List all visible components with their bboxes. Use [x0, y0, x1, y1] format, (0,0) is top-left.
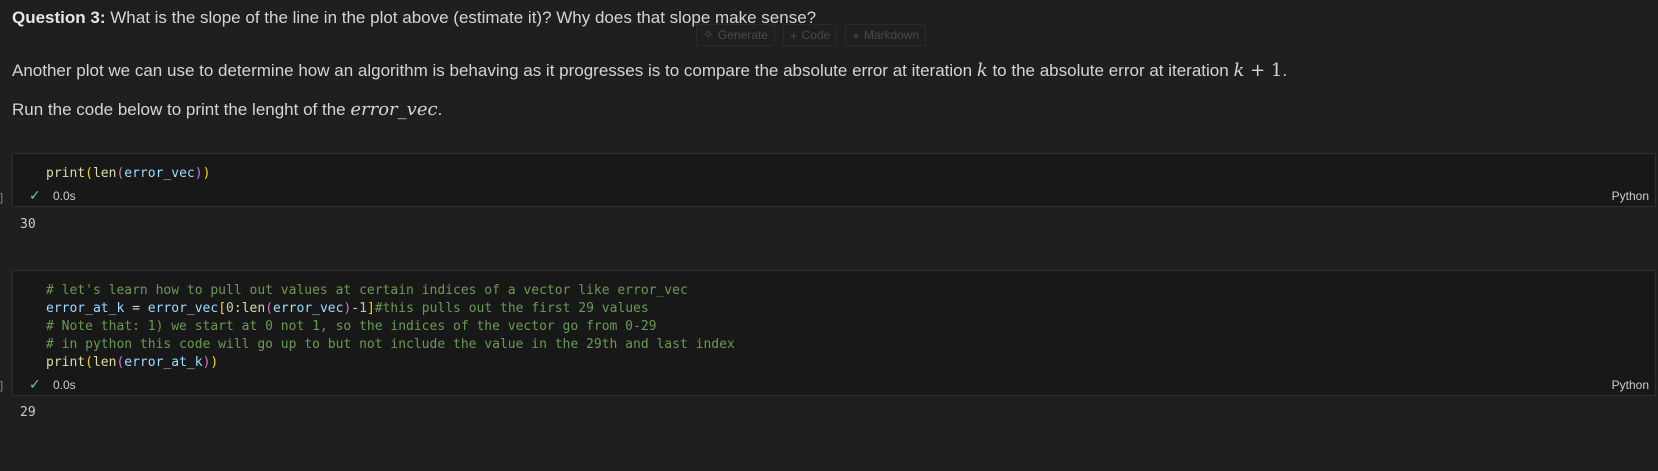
plus-icon: +: [789, 27, 798, 43]
check-icon: ✓: [29, 187, 41, 203]
execution-time: 0.0s: [53, 378, 76, 392]
add-markdown-button[interactable]: + Markdown: [845, 24, 927, 46]
language-label[interactable]: Python: [1612, 189, 1649, 203]
generate-button[interactable]: ✧ Generate: [696, 24, 775, 46]
add-code-button[interactable]: + Code: [782, 24, 838, 46]
math-error-vec: error_vec: [350, 99, 438, 120]
language-label[interactable]: Python: [1612, 378, 1649, 392]
code-cell-1[interactable]: print(len(error_vec)) ✓ 0.0s Python: [12, 153, 1656, 207]
plus-icon: +: [852, 27, 860, 43]
code-editor[interactable]: # let's learn how to pull out values at …: [13, 282, 735, 372]
markdown-paragraph-run: Run the code below to print the lenght o…: [12, 99, 443, 120]
execution-bracket: ]: [0, 192, 4, 204]
math-k-plus-1: k + 1: [1233, 60, 1283, 81]
math-k: k: [976, 60, 988, 81]
code-cell-2[interactable]: # let's learn how to pull out values at …: [12, 270, 1656, 396]
code-editor[interactable]: print(len(error_vec)): [13, 164, 210, 183]
cell-output-1: 30: [20, 217, 36, 232]
question-label: Question 3:: [12, 8, 106, 27]
cell-status-row: ✓ 0.0s Python: [13, 187, 1655, 207]
insert-cell-toolbar: ✧ Generate + Code + Markdown: [696, 24, 927, 46]
execution-bracket: ]: [0, 380, 4, 392]
check-icon: ✓: [29, 376, 41, 392]
execution-time: 0.0s: [53, 189, 76, 203]
sparkle-icon: ✧: [703, 27, 714, 42]
cell-output-2: 29: [20, 405, 36, 420]
cell-status-row: ✓ 0.0s Python: [13, 376, 1655, 396]
markdown-paragraph-iteration: Another plot we can use to determine how…: [12, 60, 1288, 81]
